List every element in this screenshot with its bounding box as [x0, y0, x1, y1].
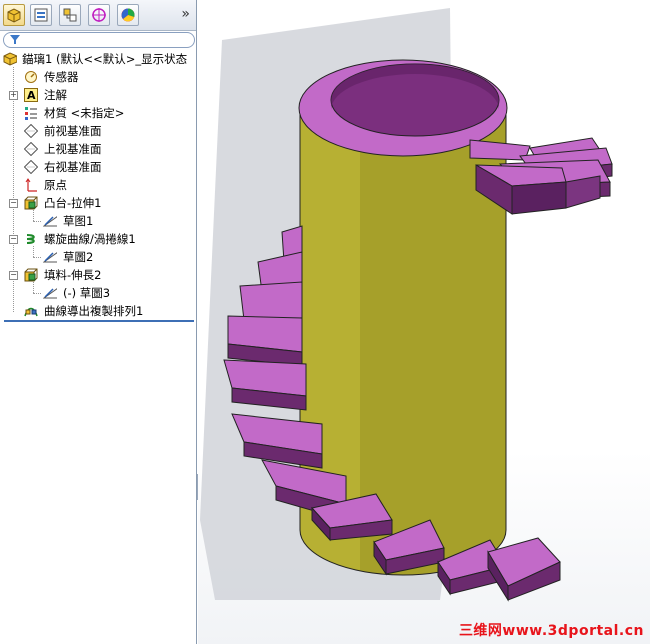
dimxpert-tab[interactable]	[88, 4, 110, 26]
expand-toggle[interactable]: +	[9, 91, 18, 100]
dimxpert-icon	[92, 8, 106, 22]
collapse-toggle[interactable]: −	[9, 271, 18, 280]
tree-guide-line	[33, 257, 41, 258]
annotation-icon: A	[24, 88, 38, 102]
display-manager-icon	[121, 8, 135, 22]
extrude-icon	[24, 196, 38, 210]
tree-item-label: 材質 <未指定>	[44, 106, 125, 120]
configuration-manager-icon	[63, 8, 77, 22]
feature-manager-panel: » 錨璃1 (默认<<默认>_显示状态 传感器 + A 注解 材質 <未指定> …	[0, 0, 197, 644]
origin-icon	[25, 178, 37, 192]
tree-item-label: 传感器	[44, 70, 79, 84]
plane-icon	[24, 142, 38, 156]
helix-icon	[26, 234, 35, 244]
curve-pattern-icon	[24, 307, 38, 317]
rollback-bar[interactable]	[4, 320, 194, 322]
sensor-icon	[25, 71, 37, 83]
extrude-icon	[24, 268, 38, 282]
tree-guide-line	[33, 210, 34, 221]
property-manager-icon	[34, 8, 48, 22]
panel-toolbar: »	[0, 0, 196, 31]
more-tabs-button[interactable]: »	[181, 6, 190, 22]
property-manager-tab[interactable]	[30, 4, 52, 26]
tree-item-label: 右视基准面	[44, 160, 102, 174]
material-icon	[25, 107, 37, 120]
tree-guide-line	[33, 246, 34, 257]
tree-guide-line	[33, 221, 41, 222]
feature-filter[interactable]	[3, 32, 195, 48]
plane-icon	[24, 160, 38, 174]
feature-manager-tab[interactable]	[3, 4, 25, 26]
tree-item-label: 注解	[44, 88, 67, 102]
configuration-manager-tab[interactable]	[59, 4, 81, 26]
watermark-text: 三维网www.3dportal.cn	[458, 623, 644, 639]
tree-item-label: 螺旋曲線/渦捲線1	[44, 232, 136, 246]
tree-item-label: 上视基准面	[44, 142, 102, 156]
tree-item-label: 草图1	[63, 214, 94, 228]
tree-root-label: 錨璃1 (默认<<默认>_显示状态	[22, 52, 188, 66]
collapse-toggle[interactable]: −	[9, 235, 18, 244]
filter-icon	[10, 35, 20, 44]
part-icon	[3, 52, 17, 66]
collapse-toggle[interactable]: −	[9, 199, 18, 208]
sketch-icon	[43, 288, 57, 299]
tree-item-label: 曲線導出複製排列1	[44, 304, 144, 318]
sketch-icon	[43, 216, 57, 227]
svg-text:A: A	[27, 89, 36, 102]
tree-item-label: 草圖2	[63, 250, 94, 264]
tree-item-label: 填料-伸長2	[44, 268, 102, 282]
spiral-staircase-model	[200, 8, 613, 602]
feature-manager-icon	[7, 8, 21, 23]
sketch-icon	[43, 252, 57, 263]
tree-item-label: 凸台-拉伸1	[44, 196, 102, 210]
tree-item-label: (-) 草圖3	[63, 286, 111, 300]
plane-icon	[24, 124, 38, 138]
tree-item-label: 前视基准面	[44, 124, 102, 138]
tree-guide-line	[33, 282, 34, 293]
display-manager-tab[interactable]	[117, 4, 139, 26]
tree-item-label: 原点	[44, 178, 67, 192]
tree-guide-line	[33, 293, 41, 294]
graphics-viewport[interactable]: 三维网www.3dportal.cn	[198, 0, 650, 644]
